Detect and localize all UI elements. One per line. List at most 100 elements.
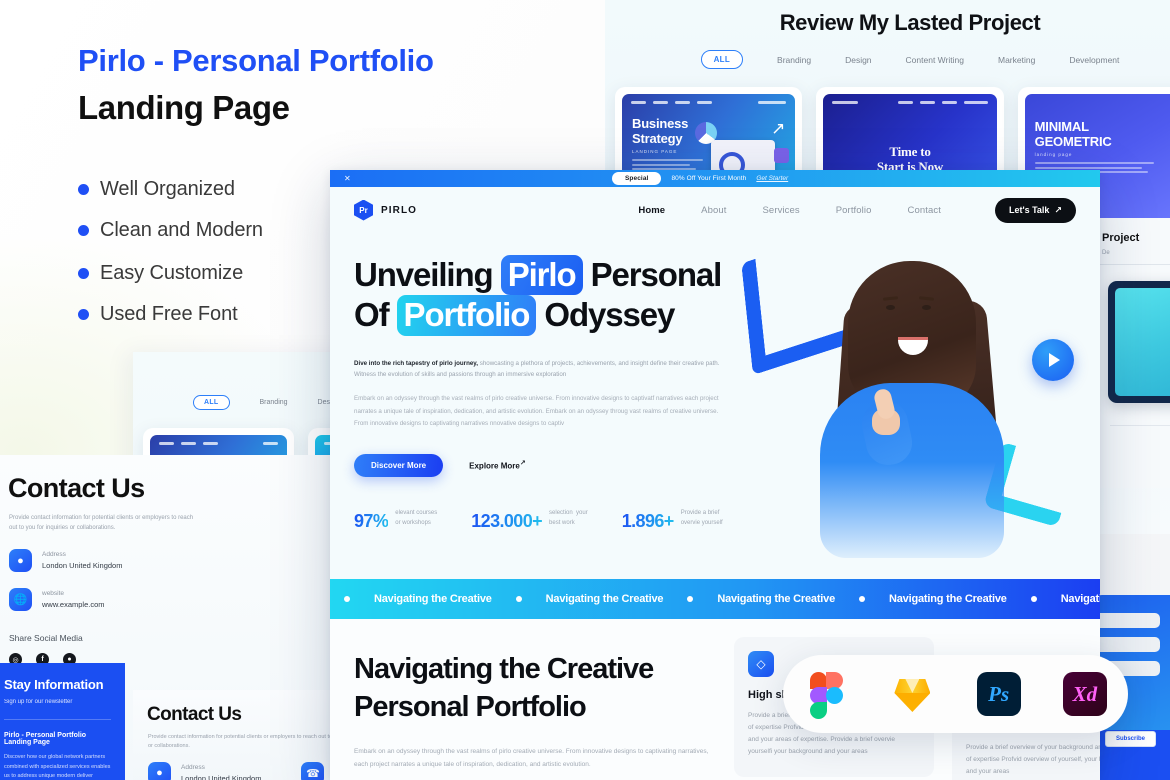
portfolio-top-filters: ALL Branding Design Content Writing Mark… — [605, 50, 1170, 69]
hero-right-column — [730, 224, 1100, 563]
play-video-badge[interactable] — [1032, 339, 1074, 381]
thumb-nav — [150, 435, 287, 452]
filter-chip-all[interactable]: ALL — [193, 395, 230, 410]
contact-left-title: Contact Us — [8, 473, 145, 503]
marquee-item: Navigating the Creative — [717, 593, 836, 605]
thumb-heading: MINIMAL GEOMETRIC — [1034, 119, 1112, 149]
hero-heading: Unveiling Pirlo Personal Of Portfolio Od… — [354, 255, 730, 336]
play-icon — [1049, 353, 1060, 367]
marquee-dot-icon — [1030, 596, 1037, 602]
close-icon[interactable]: ✕ — [344, 174, 351, 183]
explore-more-label: Explore More — [469, 462, 520, 472]
lower-paragraph: Embark on an odyssey through the vast re… — [354, 748, 709, 769]
marquee-item: Navigating the Creative — [889, 593, 1007, 605]
bullet-dot-icon — [78, 309, 89, 321]
feature-label: Easy Customize — [100, 262, 244, 285]
marquee-item: Navigating the Creative — [374, 593, 492, 605]
filter-development[interactable]: Development — [1069, 55, 1119, 65]
hero-stats: 97% elevant courses or workshops 123.000+… — [354, 509, 730, 532]
phone-icon: ☎ — [301, 761, 325, 780]
arrow-up-right-icon: ↗ — [519, 460, 526, 468]
right-card-thumbnail — [1108, 281, 1170, 403]
stat-label: elevant courses or workshops — [395, 509, 438, 526]
nav-item-portfolio[interactable]: Portfolio — [836, 205, 872, 216]
explore-more-link[interactable]: Explore More↗ — [469, 459, 526, 471]
marquee-dot-icon — [859, 596, 866, 602]
hero-paragraph-lead: Dive into the rich tapestry of pirlo jou… — [354, 359, 478, 367]
discover-more-button[interactable]: Discover More — [354, 453, 444, 477]
hero-left-column: Unveiling Pirlo Personal Of Portfolio Od… — [330, 255, 730, 563]
figma-icon[interactable] — [802, 670, 850, 719]
brand-name: PIRLO — [381, 204, 418, 216]
layers-icon: ◇ — [748, 651, 774, 677]
stat-label: Provide a brief overvie yourself — [680, 509, 723, 526]
hero-word-1: Unveiling — [354, 256, 494, 293]
location-pin-icon: ● — [148, 761, 171, 780]
brand[interactable]: Pr PIRLO — [354, 199, 418, 221]
filter-chip-all[interactable]: ALL — [700, 50, 744, 69]
nav-item-home[interactable]: Home — [638, 205, 665, 216]
design-tools-pill: Ps Xd — [783, 655, 1128, 733]
promo-text: 80% Off Your First Month — [671, 175, 747, 182]
portfolio-top-title: Review My Lasted Project — [779, 10, 1041, 35]
hero-word-4: Odyssey — [544, 296, 675, 334]
thumb-sub: landing page — [1034, 152, 1073, 158]
feature-label: Well Organized — [100, 178, 235, 201]
hero-highlight-pirlo: Pirlo — [500, 255, 583, 296]
contact-value: www.example.com — [42, 600, 105, 610]
filter-marketing[interactable]: Marketing — [998, 55, 1035, 65]
filter-design[interactable]: Design — [845, 55, 871, 65]
promo-link[interactable]: Get Starter — [756, 175, 788, 182]
right-edge-project-card: Project De — [1088, 218, 1170, 488]
hero-highlight-portfolio: Portfolio — [396, 295, 537, 336]
lower-heading-line1: Navigating the Creative — [354, 653, 654, 685]
nav-cta-label: Let's Talk — [1008, 205, 1050, 215]
sketch-icon[interactable] — [888, 670, 936, 718]
filter-branding[interactable]: Branding — [260, 399, 288, 406]
promo-title-highlight: Pirlo - Personal Portfolio — [78, 43, 434, 78]
hero-word-3: Of — [354, 296, 390, 334]
marquee-banner: Navigating the Creative Navigating the C… — [330, 579, 1100, 619]
arrow-up-right-icon: ↗ — [1054, 204, 1062, 215]
subscribe-button[interactable]: Subscribe — [1105, 731, 1157, 747]
photoshop-label: Ps — [976, 672, 1021, 716]
promo-title-plain: Landing Page — [78, 89, 290, 127]
contact-row: 🌐 website www.example.com — [9, 588, 335, 612]
stat-label: selection your best work — [549, 509, 588, 526]
thumb-heading: Time to Start is Now — [876, 144, 944, 174]
photoshop-icon[interactable]: Ps — [975, 670, 1023, 718]
location-pin-icon: ● — [9, 549, 32, 573]
filter-content-writing[interactable]: Content Writing — [906, 55, 964, 65]
stat-item: 1.896+ Provide a brief overvie yourself — [622, 509, 723, 532]
contact-row: ● Address London United Kingdom — [9, 549, 335, 573]
xd-icon[interactable]: Xd — [1061, 670, 1109, 718]
marquee-dot-icon — [687, 596, 694, 602]
bullet-dot-icon — [78, 225, 89, 237]
nav-item-services[interactable]: Services — [763, 205, 800, 216]
contact-value: London United Kingdom — [181, 773, 262, 780]
divider — [4, 719, 111, 720]
brand-logo-icon: Pr — [354, 199, 373, 221]
footer-title: Pirlo - Personal Portfolio Landing Page — [4, 732, 87, 746]
contact-label: Address — [42, 551, 66, 559]
nav-item-about[interactable]: About — [701, 205, 726, 216]
promo-pill[interactable]: Special — [612, 172, 662, 185]
hero-section: Unveiling Pirlo Personal Of Portfolio Od… — [330, 224, 1100, 563]
hero-paragraph-1: Dive into the rich tapestry of pirlo jou… — [354, 358, 724, 381]
nav-item-contact[interactable]: Contact — [908, 205, 941, 216]
promo-banner-content: Special 80% Off Your First Month Get Sta… — [612, 170, 788, 187]
contact-row: ● Address London United Kingdom — [148, 761, 262, 780]
newsletter-title: Stay Information — [4, 677, 104, 692]
screenshot-stage: Review My Lasted Project ALL Branding De… — [0, 0, 1170, 780]
feature-label: Clean and Modern — [100, 219, 263, 242]
promo-banner: ✕ Special 80% Off Your First Month Get S… — [330, 170, 1100, 187]
hero-actions: Discover More Explore More↗ — [354, 453, 730, 477]
globe-icon: 🌐 — [9, 588, 32, 612]
footer-body: Discover how our global network partners… — [4, 754, 111, 780]
lets-talk-button[interactable]: Let's Talk ↗ — [994, 197, 1076, 223]
hero-portrait-image — [802, 253, 1020, 558]
marquee-dot-icon — [344, 596, 350, 602]
marquee-item: Navigating the Creative — [1060, 593, 1100, 605]
filter-branding[interactable]: Branding — [777, 55, 811, 65]
feature-label: Used Free Font — [100, 303, 238, 326]
